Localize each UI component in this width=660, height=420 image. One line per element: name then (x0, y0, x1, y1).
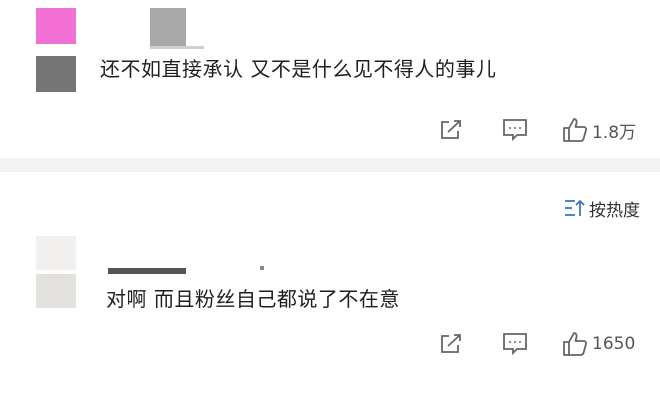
avatar-block-top (36, 8, 76, 44)
comment-text: 还不如直接承认 又不是什么见不得人的事儿 (100, 57, 497, 81)
like-button[interactable]: 1650 (562, 331, 635, 357)
share-button[interactable] (434, 330, 468, 358)
avatar[interactable] (36, 8, 76, 92)
sort-label: 按热度 (589, 200, 640, 221)
avatar-block-top (36, 236, 76, 270)
comment-feed: 还不如直接承认 又不是什么见不得人的事儿 1.8万 按热度 对啊 而且粉丝自己都… (0, 0, 660, 420)
comment-icon (502, 332, 528, 356)
username-redacted-stroke (150, 46, 204, 49)
avatar-block-bottom (36, 274, 76, 308)
like-count: 1.8万 (592, 122, 637, 143)
share-icon (439, 333, 463, 355)
avatar[interactable] (36, 236, 76, 308)
username-redacted (108, 268, 186, 274)
thumbs-up-icon (562, 117, 588, 143)
share-button[interactable] (434, 116, 468, 144)
avatar-block-bottom (36, 56, 76, 92)
share-icon (439, 119, 463, 141)
username-redacted (150, 8, 186, 46)
comment-button[interactable] (498, 116, 532, 144)
comment-text: 对啊 而且粉丝自己都说了不在意 (106, 287, 400, 311)
comment-card: 还不如直接承认 又不是什么见不得人的事儿 1.8万 (0, 0, 660, 158)
comment-button[interactable] (498, 330, 532, 358)
comment-actions: 1.8万 (434, 116, 636, 144)
sort-toggle[interactable]: 按热度 (563, 196, 640, 221)
username-redacted-mark (260, 266, 264, 270)
thumbs-up-icon (562, 331, 588, 357)
comment-actions: 1650 (434, 330, 635, 358)
section-divider (0, 158, 660, 172)
like-count: 1650 (592, 334, 636, 354)
sort-icon (563, 198, 585, 218)
like-button[interactable]: 1.8万 (562, 117, 636, 143)
comment-icon (502, 118, 528, 142)
